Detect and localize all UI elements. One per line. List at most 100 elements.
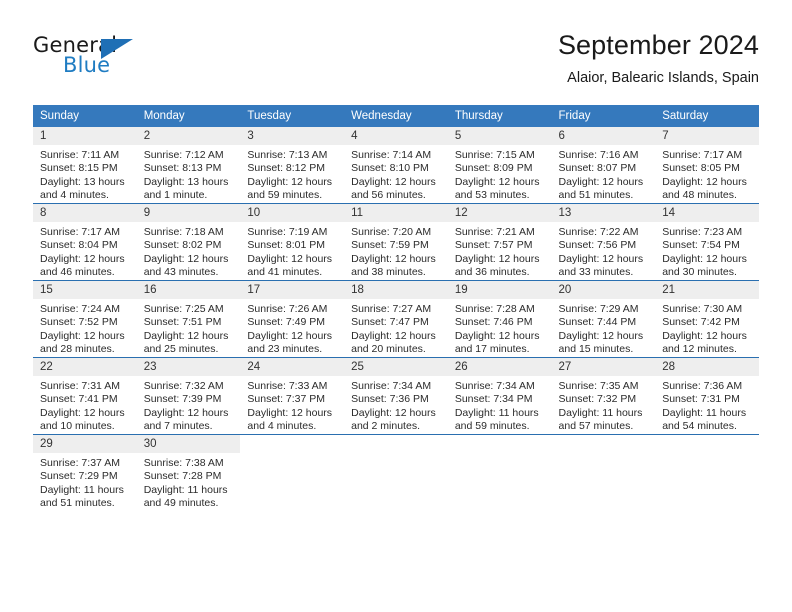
day-number: 24 [240,358,345,376]
day-details: Sunrise: 7:12 AM Sunset: 8:13 PM Daylight:… [137,145,241,203]
sunset-text: Sunset: 7:46 PM [454,316,533,329]
day-details: Sunrise: 7:34 AM Sunset: 7:36 PM Daylight:… [344,376,448,434]
calendar-day-cell[interactable]: 4 Sunrise: 7:14 AM Sunset: 8:10 PM Daylight… [344,127,448,204]
daylight-text: Daylight: 11 hours and 51 minutes. [40,483,124,510]
calendar-day-cell[interactable]: 12 Sunrise: 7:21 AM Sunset: 7:57 PM Dayligh… [447,203,552,281]
calendar-day-cell[interactable]: 30 Sunrise: 7:38 AM Sunset: 7:28 PM Dayligh… [136,434,241,511]
sunrise-text: Sunrise: 7:17 AM [662,149,743,161]
calendar-day-cell[interactable]: 27 Sunrise: 7:35 AM Sunset: 7:32 PM Dayligh… [551,357,656,435]
day-details: Sunrise: 7:13 AM Sunset: 8:12 PM Daylight:… [240,145,344,203]
calendar-day-cell[interactable]: 22 Sunrise: 7:31 AM Sunset: 7:41 PM Dayligh… [33,357,137,435]
sunrise-text: Sunrise: 7:34 AM [351,380,432,392]
day-number [655,435,759,453]
day-details: Sunrise: 7:17 AM Sunset: 8:04 PM Daylight:… [33,222,137,280]
daylight-text: Daylight: 12 hours and 12 minutes. [662,329,747,356]
day-number: 15 [33,281,137,299]
sunset-text: Sunset: 7:34 PM [454,393,533,406]
day-number: 3 [240,127,345,145]
daylight-text: Daylight: 12 hours and 28 minutes. [40,329,125,356]
sunset-text: Sunset: 8:04 PM [40,239,118,252]
day-number: 1 [33,127,137,145]
daylight-text: Daylight: 12 hours and 53 minutes. [454,175,540,202]
calendar-day-cell[interactable]: 3 Sunrise: 7:13 AM Sunset: 8:12 PM Daylight… [240,127,345,204]
day-details [240,453,344,457]
daylight-text: Daylight: 12 hours and 20 minutes. [351,329,436,356]
day-details: Sunrise: 7:22 AM Sunset: 7:56 PM Daylight:… [552,222,656,280]
sunset-text: Sunset: 7:42 PM [662,316,740,329]
day-number: 11 [344,204,448,222]
sunrise-text: Sunrise: 7:23 AM [662,226,743,238]
daylight-text: Daylight: 13 hours and 4 minutes. [40,175,125,202]
day-number: 10 [240,204,345,222]
calendar-day-cell[interactable]: 21 Sunrise: 7:30 AM Sunset: 7:42 PM Dayligh… [655,280,759,358]
calendar-day-cell-empty [344,434,448,511]
sunrise-text: Sunrise: 7:22 AM [558,226,639,238]
daylight-text: Daylight: 13 hours and 1 minute. [143,175,229,202]
day-number: 14 [655,204,759,222]
sunrise-text: Sunrise: 7:24 AM [40,303,120,315]
calendar-day-cell[interactable]: 26 Sunrise: 7:34 AM Sunset: 7:34 PM Dayligh… [447,357,552,435]
sunset-text: Sunset: 8:15 PM [40,162,118,175]
calendar-day-cell-empty [551,434,656,511]
sunset-text: Sunset: 7:56 PM [558,239,637,252]
sunrise-text: Sunrise: 7:38 AM [143,457,224,469]
daylight-text: Daylight: 12 hours and 41 minutes. [247,252,333,279]
calendar-day-cell[interactable]: 9 Sunrise: 7:18 AM Sunset: 8:02 PM Daylight… [136,203,241,281]
day-details: Sunrise: 7:19 AM Sunset: 8:01 PM Daylight:… [240,222,344,280]
calendar-table: Sunday Monday Tuesday Wednesday Thursday… [33,105,759,511]
sunset-text: Sunset: 8:12 PM [247,162,326,175]
calendar-day-cell[interactable]: 13 Sunrise: 7:22 AM Sunset: 7:56 PM Dayligh… [551,203,656,281]
calendar-day-cell[interactable]: 5 Sunrise: 7:15 AM Sunset: 8:09 PM Daylight… [447,127,552,204]
calendar-day-cell[interactable]: 16 Sunrise: 7:25 AM Sunset: 7:51 PM Dayligh… [136,280,241,358]
daylight-text: Daylight: 11 hours and 54 minutes. [662,406,747,433]
calendar-day-cell[interactable]: 11 Sunrise: 7:20 AM Sunset: 7:59 PM Dayligh… [344,203,448,281]
calendar-day-cell[interactable]: 24 Sunrise: 7:33 AM Sunset: 7:37 PM Dayligh… [240,357,345,435]
daylight-text: Daylight: 12 hours and 51 minutes. [558,175,644,202]
day-details: Sunrise: 7:14 AM Sunset: 8:10 PM Daylight:… [344,145,448,203]
calendar-day-cell[interactable]: 17 Sunrise: 7:26 AM Sunset: 7:49 PM Dayligh… [240,280,345,358]
sunset-text: Sunset: 8:07 PM [558,162,637,175]
weekday-header-row: Sunday Monday Tuesday Wednesday Thursday… [33,105,759,127]
day-details: Sunrise: 7:23 AM Sunset: 7:54 PM Daylight:… [655,222,759,280]
sunset-text: Sunset: 7:59 PM [351,239,429,252]
sunrise-text: Sunrise: 7:17 AM [40,226,120,238]
day-number [552,435,656,453]
sunset-text: Sunset: 7:37 PM [247,393,326,406]
calendar-day-cell[interactable]: 7 Sunrise: 7:17 AM Sunset: 8:05 PM Daylight… [655,127,759,204]
day-details: Sunrise: 7:17 AM Sunset: 8:05 PM Daylight:… [655,145,759,203]
calendar-day-cell[interactable]: 23 Sunrise: 7:32 AM Sunset: 7:39 PM Dayligh… [136,357,241,435]
day-details [448,453,552,457]
sunrise-text: Sunrise: 7:12 AM [143,149,224,161]
day-details: Sunrise: 7:11 AM Sunset: 8:15 PM Daylight:… [33,145,137,203]
daylight-text: Daylight: 12 hours and 48 minutes. [662,175,747,202]
weekday-header-saturday: Saturday [655,105,759,127]
daylight-text: Daylight: 11 hours and 57 minutes. [558,406,643,433]
daylight-text: Daylight: 12 hours and 2 minutes. [351,406,436,433]
calendar-day-cell[interactable]: 18 Sunrise: 7:27 AM Sunset: 7:47 PM Dayligh… [344,280,448,358]
calendar-day-cell[interactable]: 10 Sunrise: 7:19 AM Sunset: 8:01 PM Dayligh… [240,203,345,281]
calendar-day-cell[interactable]: 15 Sunrise: 7:24 AM Sunset: 7:52 PM Dayligh… [33,280,137,358]
day-number: 19 [447,281,552,299]
sunrise-text: Sunrise: 7:19 AM [247,226,328,238]
day-number: 23 [136,358,241,376]
calendar-day-cell[interactable]: 29 Sunrise: 7:37 AM Sunset: 7:29 PM Dayligh… [33,434,137,511]
daylight-text: Daylight: 12 hours and 56 minutes. [351,175,436,202]
calendar-day-cell[interactable]: 20 Sunrise: 7:29 AM Sunset: 7:44 PM Dayligh… [551,280,656,358]
day-details: Sunrise: 7:36 AM Sunset: 7:31 PM Daylight:… [655,376,759,434]
calendar-day-cell[interactable]: 8 Sunrise: 7:17 AM Sunset: 8:04 PM Daylight… [33,203,137,281]
sunset-text: Sunset: 7:29 PM [40,470,118,483]
calendar-body: 1 Sunrise: 7:11 AM Sunset: 8:15 PM Daylight… [33,127,759,511]
calendar-day-cell[interactable]: 28 Sunrise: 7:36 AM Sunset: 7:31 PM Dayligh… [655,357,759,435]
calendar-day-cell[interactable]: 2 Sunrise: 7:12 AM Sunset: 8:13 PM Daylight… [136,127,241,204]
calendar-day-cell[interactable]: 14 Sunrise: 7:23 AM Sunset: 7:54 PM Dayligh… [655,203,759,281]
sunrise-text: Sunrise: 7:15 AM [454,149,535,161]
sunrise-text: Sunrise: 7:29 AM [558,303,639,315]
calendar-day-cell[interactable]: 6 Sunrise: 7:16 AM Sunset: 8:07 PM Daylight… [551,127,656,204]
daylight-text: Daylight: 12 hours and 4 minutes. [247,406,333,433]
calendar-day-cell[interactable]: 25 Sunrise: 7:34 AM Sunset: 7:36 PM Dayligh… [344,357,448,435]
day-number: 30 [136,435,241,453]
day-details: Sunrise: 7:34 AM Sunset: 7:34 PM Daylight:… [448,376,552,434]
calendar-day-cell[interactable]: 19 Sunrise: 7:28 AM Sunset: 7:46 PM Dayligh… [447,280,552,358]
calendar-day-cell[interactable]: 1 Sunrise: 7:11 AM Sunset: 8:15 PM Daylight… [33,127,137,204]
brand-logo[interactable]: General Blue [33,33,253,83]
